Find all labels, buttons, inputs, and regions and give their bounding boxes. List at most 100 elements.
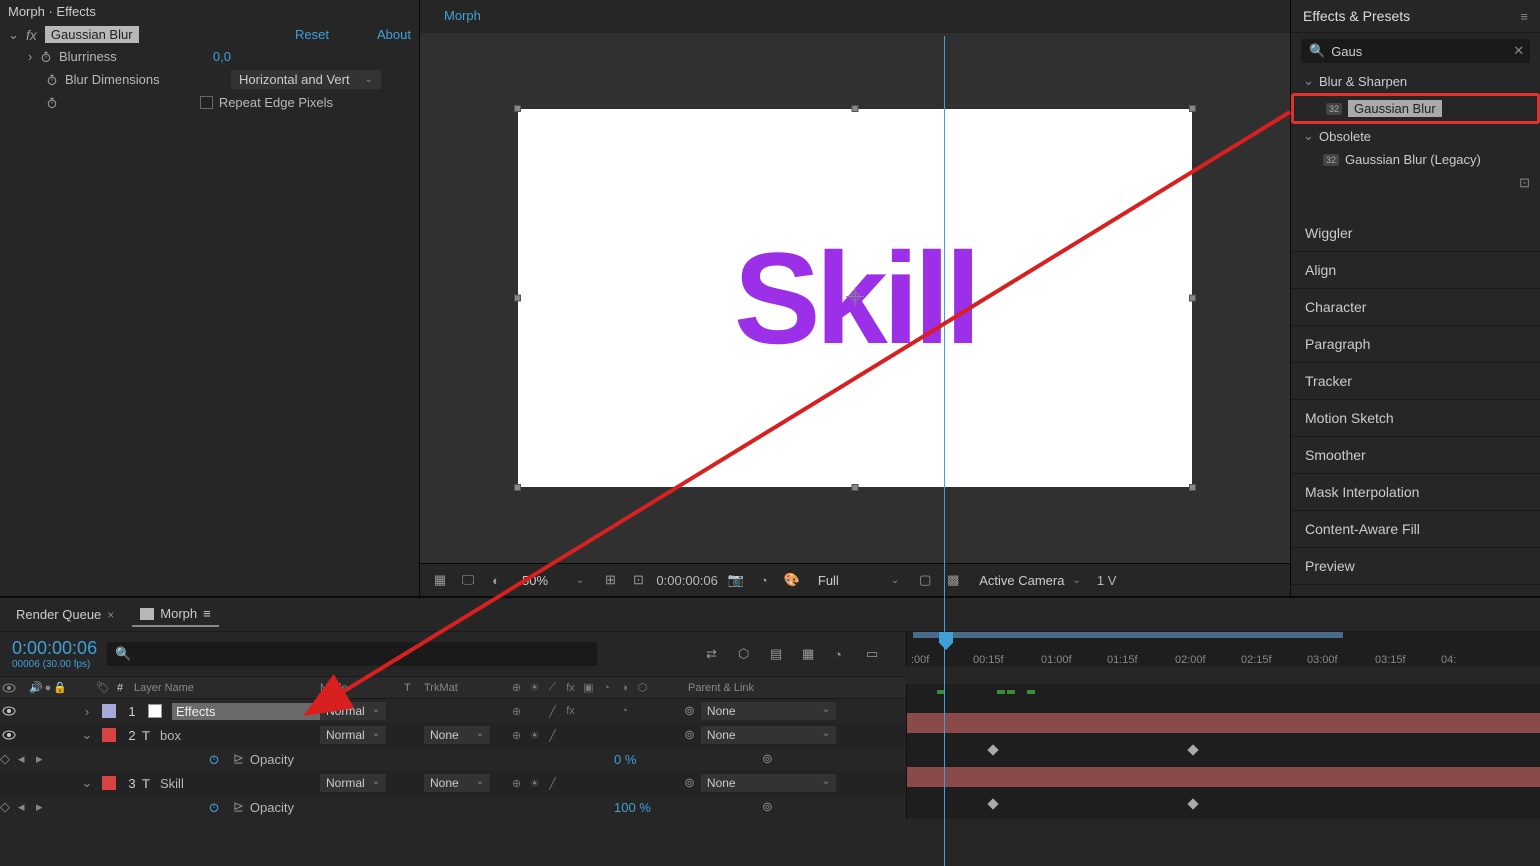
switch-header-icon[interactable]: ◔ (598, 679, 615, 696)
next-keyframe-icon[interactable]: ▸ (36, 751, 43, 766)
close-icon[interactable]: × (107, 608, 114, 622)
blend-mode-dropdown[interactable]: Normal⌄ (320, 726, 386, 744)
menu-burger-icon[interactable]: ≡ (1520, 9, 1528, 24)
layer-row[interactable]: › 1 Effects Normal⌄ ⊕╱fx◔ ⊚None⌄ (0, 699, 906, 723)
pickwhip-icon[interactable]: ⊚ (762, 751, 773, 766)
playhead[interactable] (939, 632, 953, 650)
panel-smoother[interactable]: Smoother (1291, 437, 1540, 474)
panel-wiggler[interactable]: Wiggler (1291, 215, 1540, 252)
switch-header-icon[interactable]: ▣ (580, 679, 597, 696)
keyframe-icon[interactable] (987, 798, 998, 809)
pickwhip-icon[interactable]: ⊚ (684, 703, 695, 719)
blend-mode-dropdown[interactable]: Normal⌄ (320, 702, 386, 720)
graph-icon[interactable]: ⊵ (233, 751, 244, 767)
panel-align[interactable]: Align (1291, 252, 1540, 289)
trkmat-dropdown[interactable]: None⌄ (424, 726, 490, 744)
guides-icon[interactable]: ⊡ (628, 570, 648, 590)
audio-header-icon[interactable]: 🔊 (29, 681, 43, 694)
layer-duration-bar[interactable] (907, 713, 1540, 733)
shy-icon[interactable]: ▤ (770, 643, 792, 665)
handle-icon[interactable] (514, 295, 521, 302)
label-header-icon[interactable]: 🏷 (96, 681, 110, 694)
anchor-point-icon[interactable] (846, 288, 864, 309)
keyframe-icon[interactable] (1187, 744, 1198, 755)
keyframe-icon[interactable] (987, 744, 998, 755)
pickwhip-icon[interactable]: ⊚ (684, 727, 695, 743)
next-keyframe-icon[interactable]: ▸ (36, 799, 43, 814)
label-swatch[interactable] (102, 776, 116, 790)
chevron-right-icon[interactable]: › (28, 49, 38, 64)
layer-name[interactable]: box (160, 728, 181, 743)
graph-icon[interactable]: ▭ (866, 643, 888, 665)
graph-icon[interactable]: ⊵ (233, 799, 244, 815)
solo-header-icon[interactable]: ● (45, 682, 52, 694)
effect-gaussian-blur[interactable]: 32 Gaussian Blur (1291, 93, 1540, 124)
prev-keyframe-icon[interactable]: ◂ (18, 799, 25, 814)
chevron-down-icon[interactable]: ⌄ (78, 775, 96, 791)
handle-icon[interactable] (852, 105, 859, 112)
panel-tracker[interactable]: Tracker (1291, 363, 1540, 400)
color-mgmt-icon[interactable]: 🎨 (782, 570, 802, 590)
layer-row[interactable]: ⌄ 2 Tbox Normal⌄ None⌄ ⊕☀╱ ⊚None⌄ (0, 723, 906, 747)
timeline-timecode[interactable]: 0:00:00:06 (12, 638, 97, 659)
parent-dropdown[interactable]: None⌄ (701, 702, 836, 720)
prev-keyframe-icon[interactable]: ◂ (18, 751, 25, 766)
panel-mask-interpolation[interactable]: Mask Interpolation (1291, 474, 1540, 511)
stopwatch-icon[interactable] (44, 72, 59, 87)
opacity-value[interactable]: 100 % (414, 800, 651, 815)
snapshot-icon[interactable]: 📷 (726, 570, 746, 590)
stopwatch-icon[interactable] (206, 752, 221, 767)
work-area-bar[interactable] (913, 632, 1343, 638)
parent-dropdown[interactable]: None⌄ (701, 726, 836, 744)
add-keyframe-icon[interactable]: ◇ (0, 751, 10, 766)
zoom-dropdown[interactable]: 50%⌄ (514, 571, 592, 590)
panel-motion-sketch[interactable]: Motion Sketch (1291, 400, 1540, 437)
blurriness-value[interactable]: 0,0 (213, 49, 231, 64)
resolution-dropdown[interactable]: Full⌄ (810, 571, 907, 590)
stopwatch-icon[interactable] (44, 95, 59, 110)
roi-icon[interactable]: ▢ (915, 570, 935, 590)
opacity-value[interactable]: 0 % (414, 752, 636, 767)
lock-header-icon[interactable]: 🔒 (53, 681, 67, 694)
layer-duration-bar[interactable] (907, 767, 1540, 787)
chevron-down-icon[interactable]: ⌄ (78, 727, 96, 743)
channel-icon[interactable]: ◔ (754, 570, 774, 590)
add-keyframe-icon[interactable]: ◇ (0, 799, 10, 814)
toggle-alpha-icon[interactable]: ▦ (430, 570, 450, 590)
switch-header-icon[interactable]: fx (562, 679, 579, 696)
switch-header-icon[interactable]: ⊕ (508, 679, 525, 696)
panel-character[interactable]: Character (1291, 289, 1540, 326)
parent-dropdown[interactable]: None⌄ (701, 774, 836, 792)
switch-header-icon[interactable]: ⟋ (544, 679, 561, 696)
about-link[interactable]: About (377, 27, 411, 42)
transparency-icon[interactable]: ▩ (943, 570, 963, 590)
keyframe-icon[interactable] (1187, 798, 1198, 809)
visibility-toggle[interactable] (0, 730, 18, 740)
visibility-header-icon[interactable] (0, 683, 18, 693)
handle-icon[interactable] (1189, 105, 1196, 112)
label-swatch[interactable] (102, 704, 116, 718)
menu-icon[interactable]: ≡ (203, 606, 211, 621)
fx-icon[interactable]: fx (26, 27, 37, 43)
category-obsolete[interactable]: ⌄ Obsolete (1291, 124, 1540, 148)
views-dropdown[interactable]: 1 V (1097, 573, 1117, 588)
layer-row[interactable]: ⌄ 3 TSkill Normal⌄ None⌄ ⊕☀╱ ⊚None⌄ (0, 771, 906, 795)
switch-header-icon[interactable]: ◑ (616, 679, 633, 696)
layer-name[interactable]: Effects (172, 703, 320, 720)
effects-search-input[interactable] (1331, 44, 1507, 59)
dimensions-dropdown[interactable]: Horizontal and Vert⌄ (231, 70, 381, 89)
chevron-down-icon[interactable]: ⌄ (8, 27, 18, 43)
monitor-icon[interactable]: 🖵 (458, 570, 478, 590)
reset-button[interactable]: Reset (295, 27, 329, 42)
composition-canvas[interactable]: Skill (420, 33, 1290, 563)
label-swatch[interactable] (102, 728, 116, 742)
new-bin-icon[interactable]: ⊡ (1519, 175, 1530, 190)
layer-name[interactable]: Skill (160, 776, 184, 791)
handle-icon[interactable] (1189, 484, 1196, 491)
effect-name[interactable]: Gaussian Blur (45, 26, 139, 43)
switch-header-icon[interactable]: ⬡ (634, 679, 651, 696)
pickwhip-icon[interactable]: ⊚ (762, 799, 773, 814)
comp-tab-morph[interactable]: Morph (428, 4, 497, 29)
pickwhip-icon[interactable]: ⊚ (684, 775, 695, 791)
panel-content-aware-fill[interactable]: Content-Aware Fill (1291, 511, 1540, 548)
